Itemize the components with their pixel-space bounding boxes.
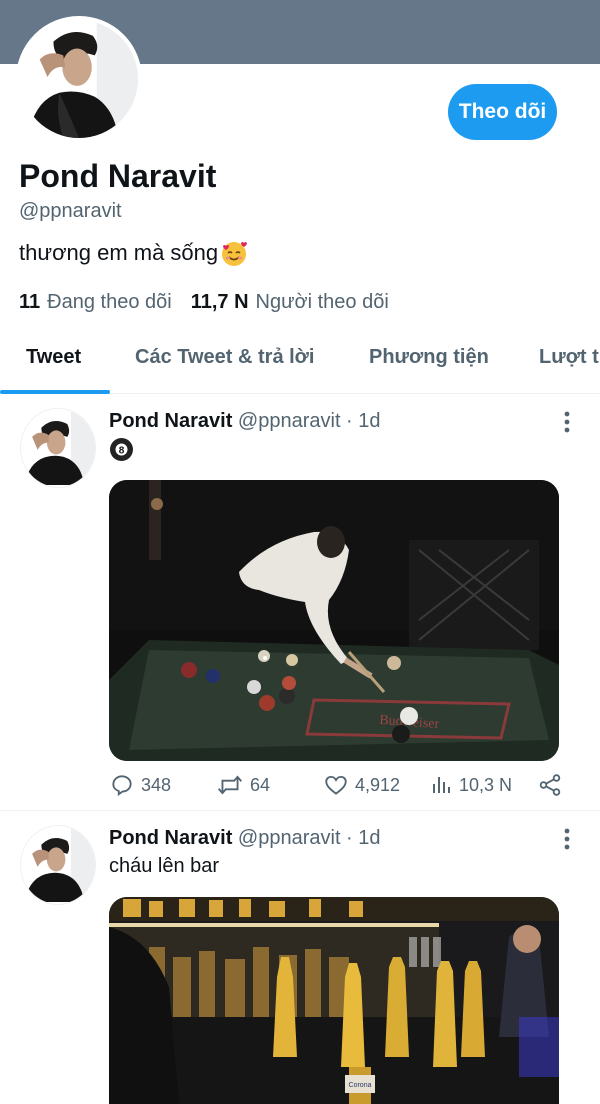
tweet-text: cháu lên bar: [109, 855, 220, 877]
profile-tabs: Tweet Các Tweet & trả lời Phương tiện Lư…: [0, 330, 600, 394]
reply-button[interactable]: 348: [109, 772, 171, 798]
bio-text: thương em mà sống: [19, 240, 219, 265]
tab-likes[interactable]: Lượt thích: [539, 346, 600, 369]
avatar-photo: [21, 411, 95, 485]
tweet-meta: @ppnaravit · 1d: [237, 827, 381, 849]
heart-icon: [325, 775, 347, 795]
followers-label[interactable]: Người theo dõi: [256, 291, 389, 314]
retweet-count: 64: [250, 774, 271, 795]
followers-count[interactable]: 11,7 N: [191, 291, 249, 314]
tweet-avatar[interactable]: [20, 825, 96, 905]
retweet-icon: [218, 775, 242, 795]
avatar-photo: [20, 20, 138, 138]
more-options-icon[interactable]: [556, 826, 578, 852]
tab-active-indicator: [0, 390, 110, 394]
analytics-bars-icon: [433, 777, 450, 793]
tweet-media[interactable]: Corona: [109, 897, 559, 1104]
tab-tweets[interactable]: Tweet: [26, 346, 81, 369]
reply-count: 348: [141, 774, 172, 795]
share-icon: [539, 774, 561, 796]
follow-button[interactable]: Theo dõi: [448, 84, 557, 140]
profile-handle: @ppnaravit: [19, 200, 122, 222]
tweet-meta: @ppnaravit · 1d: [237, 410, 381, 432]
avatar-photo: [21, 828, 95, 902]
profile-name: Pond Naravit: [19, 158, 217, 194]
views-button[interactable]: 10,3 N: [431, 772, 512, 798]
profile-avatar[interactable]: [16, 16, 142, 142]
more-options-icon[interactable]: [556, 409, 578, 435]
svg-text:Corona: Corona: [349, 1082, 372, 1089]
tweet-author-name[interactable]: Pond Naravit: [109, 827, 232, 849]
views-count: 10,3 N: [459, 774, 513, 795]
retweet-button[interactable]: 64: [216, 772, 270, 798]
billiards-photo: Budweiser: [109, 480, 559, 761]
tab-media[interactable]: Phương tiện: [369, 346, 489, 369]
following-count[interactable]: 11: [19, 291, 40, 314]
tweet-header: Pond Naravit @ppnaravit · 1d: [109, 827, 381, 850]
profile-bio: thương em mà sống: [19, 238, 249, 268]
share-button[interactable]: [537, 772, 569, 798]
bar-photo: Corona: [109, 897, 559, 1104]
tweet-header: Pond Naravit @ppnaravit · 1d: [109, 410, 381, 433]
like-button[interactable]: 4,912: [323, 772, 400, 798]
tweet-media[interactable]: Budweiser: [109, 480, 559, 761]
svg-text:8: 8: [119, 446, 125, 457]
following-label[interactable]: Đang theo dõi: [47, 291, 172, 314]
like-count: 4,912: [355, 774, 401, 795]
profile-stats: 11 Đang theo dõi 11,7 N Người theo dõi: [19, 291, 389, 314]
tweet-avatar[interactable]: [20, 408, 96, 488]
reply-icon: [112, 775, 132, 796]
tweet-actions: 348 64 4,912 10,3 N: [109, 772, 569, 802]
smiling-face-with-hearts-icon: [219, 238, 249, 268]
tweet-author-name[interactable]: Pond Naravit: [109, 410, 232, 432]
pool-8-ball-icon: 8: [110, 438, 133, 461]
tab-tweets-and-replies[interactable]: Các Tweet & trả lời: [135, 346, 314, 369]
tweet-divider: [0, 810, 600, 811]
